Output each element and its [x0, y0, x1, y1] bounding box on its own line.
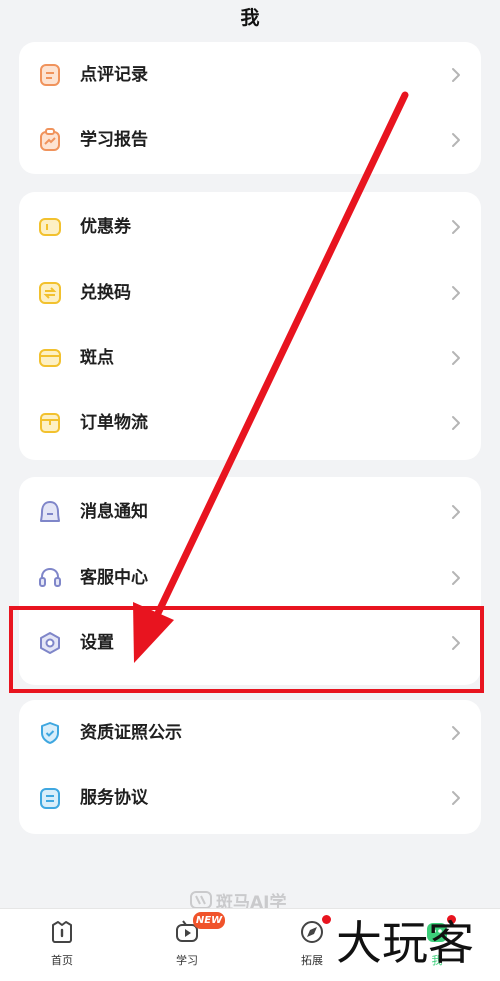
message-notification-icon [40, 500, 60, 522]
menu-item-redeem-code[interactable]: 兑换码 [19, 260, 481, 325]
customer-service-icon [39, 567, 61, 587]
spot-points-icon [39, 348, 61, 367]
review-record-icon [40, 63, 60, 86]
menu-item-customer-service[interactable]: 客服中心 [19, 545, 481, 610]
menu-item-coupon[interactable]: 优惠券 [19, 194, 481, 259]
menu-item-label: 客服中心 [80, 567, 148, 588]
menu-item-service-agreement[interactable]: 服务协议 [19, 765, 481, 830]
wallet-card: 优惠券 兑换码 斑点 订单物流 [19, 192, 481, 460]
chevron-right-icon [452, 219, 460, 234]
menu-item-spot-points[interactable]: 斑点 [19, 325, 481, 390]
menu-item-label: 学习报告 [80, 129, 148, 150]
chevron-right-icon [452, 67, 460, 82]
chevron-right-icon [452, 570, 460, 585]
service-agreement-icon [40, 787, 60, 809]
zebra-logo-icon [190, 891, 212, 909]
menu-item-study-report[interactable]: 学习报告 [19, 107, 481, 172]
page-title: 我 [240, 7, 260, 29]
corner-watermark: 大玩客 [336, 916, 474, 970]
menu-item-label: 资质证照公示 [80, 722, 182, 743]
tab-label: 首页 [51, 954, 73, 967]
explore-notification-dot [322, 915, 331, 924]
menu-item-label: 消息通知 [80, 501, 148, 522]
chevron-right-icon [452, 504, 460, 519]
menu-item-label: 优惠券 [80, 216, 131, 237]
study-report-icon [40, 127, 60, 151]
home-icon [52, 921, 72, 943]
order-logistics-icon [40, 412, 60, 433]
chevron-right-icon [452, 790, 460, 805]
explore-compass-icon [301, 921, 323, 943]
chevron-right-icon [452, 132, 460, 147]
tab-home[interactable]: 首页 [22, 909, 102, 981]
page-header: 我 [0, 0, 500, 38]
menu-item-label: 服务协议 [80, 787, 148, 808]
menu-item-label: 点评记录 [80, 64, 148, 85]
chevron-right-icon [452, 415, 460, 430]
chevron-right-icon [452, 285, 460, 300]
redeem-code-icon [39, 281, 61, 304]
chevron-right-icon [452, 725, 460, 740]
tab-label: 学习 [176, 954, 198, 967]
settings-highlight-box [9, 606, 484, 693]
qualification-icon [41, 721, 59, 744]
new-badge: NEW [193, 912, 225, 929]
menu-item-message-notification[interactable]: 消息通知 [19, 479, 481, 544]
chevron-right-icon [452, 350, 460, 365]
menu-item-label: 兑换码 [80, 282, 131, 303]
menu-item-label: 订单物流 [80, 412, 148, 433]
legal-card: 资质证照公示 服务协议 [19, 700, 481, 834]
menu-item-order-logistics[interactable]: 订单物流 [19, 390, 481, 455]
records-card: 点评记录 学习报告 [19, 42, 481, 174]
coupon-icon [39, 217, 61, 236]
menu-item-label: 斑点 [80, 347, 114, 368]
menu-item-review-record[interactable]: 点评记录 [19, 42, 481, 107]
menu-item-qualification[interactable]: 资质证照公示 [19, 700, 481, 765]
